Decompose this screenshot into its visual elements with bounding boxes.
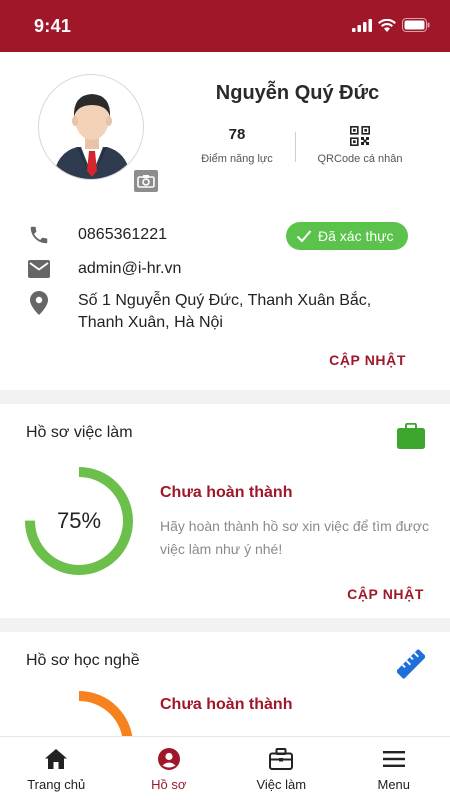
menu-icon bbox=[382, 747, 405, 771]
personal-qrcode[interactable]: QRCode cá nhân bbox=[310, 126, 410, 165]
update-job-profile-button[interactable]: CẬP NHẬT bbox=[347, 586, 424, 602]
job-progress-ring: 75% bbox=[24, 466, 134, 576]
bottom-navigation: Trang chủ Hồ sơ Việc làm Menu bbox=[0, 736, 450, 800]
address-text: Số 1 Nguyễn Quý Đức, Thanh Xuân Bắc, Tha… bbox=[78, 292, 372, 331]
briefcase-green-icon bbox=[397, 422, 425, 450]
signal-icon bbox=[352, 18, 372, 32]
avatar[interactable] bbox=[38, 74, 144, 180]
score-value: 78 bbox=[228, 126, 246, 143]
job-progress-value: 75% bbox=[56, 508, 102, 533]
nav-menu[interactable]: Menu bbox=[338, 737, 450, 800]
phone-number: 0865361221 bbox=[78, 226, 167, 243]
email-address: admin@i-hr.vn bbox=[78, 260, 182, 277]
ruler-pencil-icon bbox=[397, 649, 425, 679]
user-circle-icon bbox=[157, 747, 180, 771]
camera-button[interactable] bbox=[134, 170, 158, 192]
vocational-status: Chưa hoàn thành bbox=[160, 696, 293, 713]
check-icon bbox=[296, 230, 312, 243]
battery-icon bbox=[402, 18, 430, 32]
status-time: 9:41 bbox=[34, 16, 72, 36]
verified-label: Đã xác thực bbox=[318, 228, 394, 244]
email-row: admin@i-hr.vn bbox=[28, 258, 181, 280]
phone-icon bbox=[28, 224, 50, 246]
nav-jobs-label: Việc làm bbox=[256, 777, 307, 792]
avatar-image bbox=[53, 94, 131, 179]
nav-profile-label: Hồ sơ bbox=[151, 777, 187, 792]
competency-score[interactable]: 78 Điểm năng lực bbox=[192, 126, 282, 165]
nav-jobs[interactable]: Việc làm bbox=[225, 737, 338, 800]
status-icons bbox=[352, 18, 430, 32]
update-profile-button[interactable]: CẬP NHẬT bbox=[329, 352, 406, 368]
user-name: Nguyễn Quý Đức bbox=[215, 82, 380, 104]
job-description: Hãy hoàn thành hồ sơ xin việc để tìm đượ… bbox=[160, 518, 429, 557]
avatar-container bbox=[38, 74, 158, 192]
phone-row: 0865361221 bbox=[28, 224, 167, 246]
wifi-icon bbox=[378, 18, 396, 32]
profile-card: Nguyễn Quý Đức 78 Điểm năng lực QRCode c… bbox=[0, 52, 450, 390]
nav-home-label: Trang chủ bbox=[27, 777, 86, 792]
score-label: Điểm năng lực bbox=[201, 153, 273, 165]
job-profile-title: Hồ sơ việc làm bbox=[26, 424, 133, 441]
qr-code-icon bbox=[350, 126, 370, 146]
stat-divider bbox=[295, 132, 296, 162]
vocational-profile-title: Hồ sơ học nghề bbox=[26, 652, 140, 669]
briefcase-icon bbox=[269, 747, 294, 771]
nav-home[interactable]: Trang chủ bbox=[0, 737, 113, 800]
job-status: Chưa hoàn thành bbox=[160, 484, 293, 501]
home-icon bbox=[45, 747, 68, 771]
camera-icon bbox=[137, 175, 155, 188]
job-profile-card: Hồ sơ việc làm 75% Chưa hoàn thành Hãy h… bbox=[0, 404, 450, 618]
email-icon bbox=[28, 258, 50, 280]
address-row: Số 1 Nguyễn Quý Đức, Thanh Xuân Bắc, Tha… bbox=[28, 290, 371, 331]
verified-badge: Đã xác thực bbox=[286, 222, 408, 250]
location-pin-icon bbox=[28, 291, 50, 315]
nav-profile[interactable]: Hồ sơ bbox=[113, 737, 226, 800]
nav-menu-label: Menu bbox=[377, 777, 411, 792]
qr-label: QRCode cá nhân bbox=[317, 153, 403, 165]
status-bar: 9:41 bbox=[0, 0, 450, 52]
